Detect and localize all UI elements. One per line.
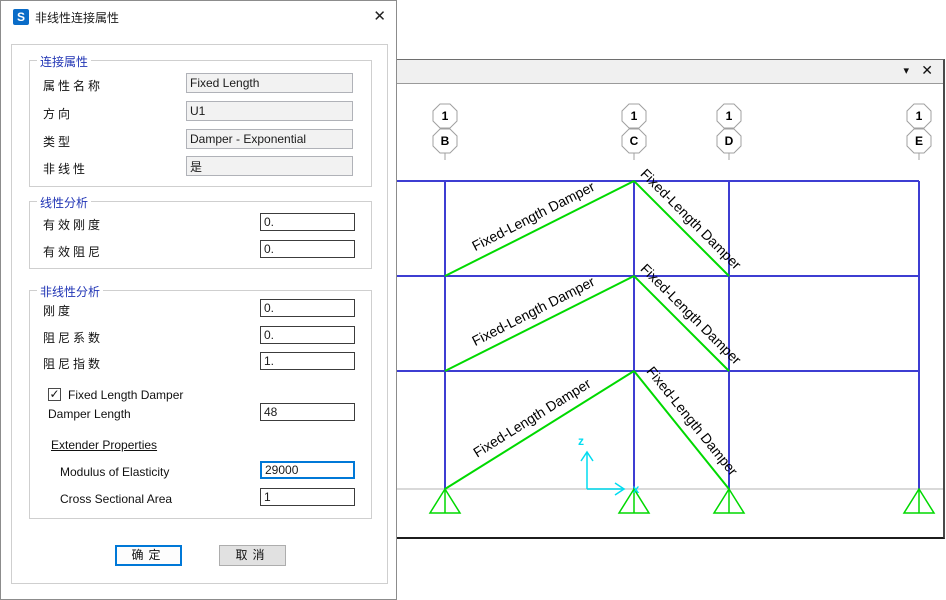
damping-coefficient-label: 阻尼系数	[43, 329, 103, 346]
damper-label: Fixed-Length Damper	[470, 375, 594, 460]
extender-properties-heading: Extender Properties	[51, 438, 157, 452]
property-name-field[interactable]	[186, 73, 353, 93]
fixed-length-damper-checkbox-label: Fixed Length Damper	[68, 388, 183, 402]
cross-sectional-area-label: Cross Sectional Area	[60, 492, 172, 506]
cancel-button[interactable]: 取消	[219, 545, 286, 566]
grid-number-label: 1	[726, 109, 733, 123]
cross-sectional-area-input[interactable]	[260, 488, 355, 506]
grid-letter-label: B	[441, 134, 450, 148]
direction-label: 方向	[43, 105, 73, 122]
dialog-title: 非线性连接属性	[35, 9, 119, 26]
grid-letter-label: D	[725, 134, 734, 148]
close-icon[interactable]: ✕	[921, 62, 933, 79]
nonlinear-field[interactable]	[186, 156, 353, 176]
effective-stiffness-label: 有效刚度	[43, 216, 103, 233]
pin-support-icon	[714, 489, 744, 513]
x-axis-label: x	[633, 482, 640, 496]
z-axis-label: z	[578, 434, 584, 448]
grid-letter-label: E	[915, 134, 923, 148]
stiffness-input[interactable]	[260, 299, 355, 317]
structural-model-drawing: Fixed-Length Damper Fixed-Length Damper …	[394, 84, 943, 537]
checkmark-icon: ✓	[49, 387, 59, 401]
chevron-down-icon[interactable]: ▾	[903, 64, 909, 77]
sap2000-app-icon: S	[13, 9, 29, 25]
nonlinear-link-properties-dialog: S 非线性连接属性 ✕ 连接属性 属性名称 方向 类型 非线性 线性分析 有效刚…	[0, 0, 397, 600]
stiffness-label: 刚度	[43, 302, 73, 319]
ok-button[interactable]: 确定	[115, 545, 182, 566]
damping-exponent-label: 阻尼指数	[43, 355, 103, 372]
pin-support-icon	[430, 489, 460, 513]
grid-number-label: 1	[631, 109, 638, 123]
damper-length-input[interactable]	[260, 403, 355, 421]
property-name-label: 属性名称	[43, 77, 103, 94]
damping-coefficient-input[interactable]	[260, 326, 355, 344]
nonlinear-label: 非线性	[43, 160, 88, 177]
damping-exponent-input[interactable]	[260, 352, 355, 370]
group-title: 线性分析	[37, 194, 91, 211]
modulus-of-elasticity-label: Modulus of Elasticity	[60, 465, 169, 479]
dialog-close-icon[interactable]: ✕	[373, 7, 386, 25]
damper-labels: Fixed-Length Damper Fixed-Length Damper …	[469, 165, 745, 478]
type-label: 类型	[43, 133, 73, 150]
support-icons[interactable]	[430, 489, 934, 513]
effective-damping-label: 有效阻尼	[43, 243, 103, 260]
grid-number-label: 1	[442, 109, 449, 123]
type-field[interactable]	[186, 129, 353, 149]
modulus-of-elasticity-input[interactable]	[260, 461, 355, 479]
damper-label: Fixed-Length Damper	[469, 273, 597, 349]
model-window-titlebar[interactable]: ▾ ✕	[394, 60, 943, 84]
model-view-canvas[interactable]: Fixed-Length Damper Fixed-Length Damper …	[394, 84, 943, 537]
grid-bubbles: 1 B 1 C 1 D 1	[433, 104, 931, 160]
damper-length-label: Damper Length	[48, 407, 131, 421]
effective-stiffness-input[interactable]	[260, 213, 355, 231]
grid-letter-label: C	[630, 134, 639, 148]
direction-field[interactable]	[186, 101, 353, 121]
grid-number-label: 1	[916, 109, 923, 123]
dialog-titlebar[interactable]: S 非线性连接属性 ✕	[1, 1, 396, 31]
pin-support-icon	[904, 489, 934, 513]
axis-indicator: z x	[578, 434, 640, 496]
damper-label: Fixed-Length Damper	[644, 363, 742, 479]
damper-label: Fixed-Length Damper	[469, 178, 597, 254]
model-window: ▾ ✕	[393, 59, 945, 539]
group-title: 连接属性	[37, 53, 91, 70]
fixed-length-damper-checkbox[interactable]: ✓	[48, 388, 61, 401]
effective-damping-input[interactable]	[260, 240, 355, 258]
group-title: 非线性分析	[37, 283, 103, 300]
application-background: ▾ ✕	[0, 0, 946, 600]
